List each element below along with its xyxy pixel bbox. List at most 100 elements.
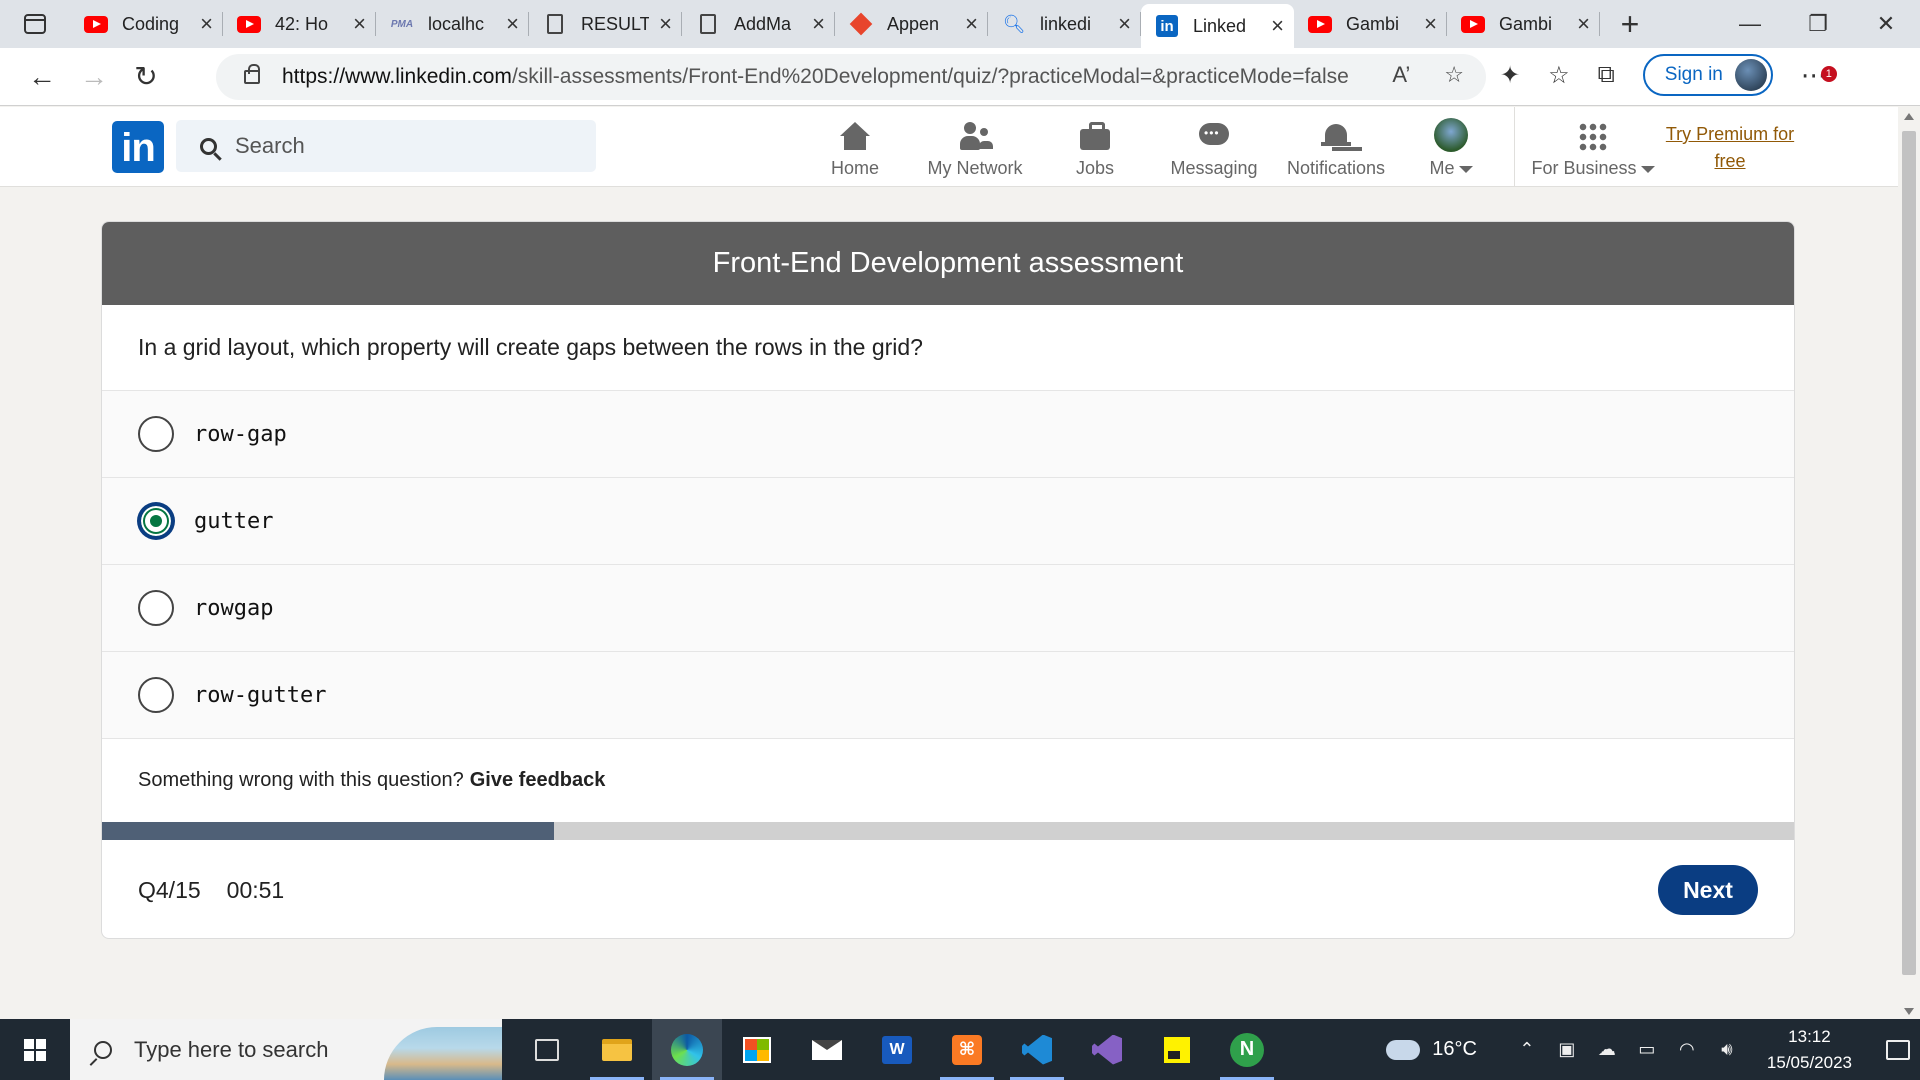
back-arrow-icon[interactable]: ← <box>16 61 68 93</box>
sticky-notes-button[interactable] <box>1142 1019 1212 1080</box>
option-label[interactable]: gutter <box>194 509 273 534</box>
browser-tab-active[interactable]: in Linked × <box>1141 4 1294 48</box>
close-tab-icon[interactable]: × <box>659 11 672 37</box>
xampp-button[interactable]: ⌘ <box>932 1019 1002 1080</box>
add-favorite-icon[interactable]: ☆ <box>1444 62 1464 88</box>
close-window-icon[interactable]: ✕ <box>1852 0 1920 48</box>
close-tab-icon[interactable]: × <box>200 11 213 37</box>
nav-my-network[interactable]: My Network <box>916 115 1034 185</box>
wifi-icon[interactable]: ◠ <box>1667 1039 1707 1060</box>
edge-button[interactable] <box>652 1019 722 1080</box>
radio-button-checked[interactable] <box>138 503 174 539</box>
word-button[interactable]: W <box>862 1019 932 1080</box>
youtube-icon <box>1308 15 1332 33</box>
show-hidden-icons-icon[interactable]: ⌃ <box>1507 1039 1547 1060</box>
nav-jobs[interactable]: Jobs <box>1056 115 1134 185</box>
store-button[interactable] <box>722 1019 792 1080</box>
sign-in-button[interactable]: Sign in <box>1642 54 1773 96</box>
radio-button[interactable] <box>138 677 174 713</box>
tab-actions-button[interactable] <box>0 0 70 48</box>
answer-option[interactable]: rowgap <box>102 565 1794 652</box>
weather-widget[interactable]: 16°C <box>1386 1031 1477 1061</box>
browser-tab[interactable]: Gambi × <box>1447 0 1600 48</box>
collections-icon[interactable]: ⧉ <box>1598 61 1615 89</box>
nav-for-business[interactable]: For Business <box>1528 115 1658 185</box>
close-tab-icon[interactable]: × <box>506 11 519 37</box>
browser-tab[interactable]: 42: Ho × <box>223 0 376 48</box>
taskbar-search-input[interactable]: Type here to search <box>70 1019 502 1080</box>
favorites-icon[interactable]: ☆ <box>1548 61 1570 90</box>
document-icon <box>696 14 720 34</box>
refresh-icon[interactable]: ↻ <box>120 60 172 93</box>
visual-studio-button[interactable] <box>1072 1019 1142 1080</box>
close-tab-icon[interactable]: × <box>1577 11 1590 37</box>
tab-title: Coding <box>122 13 180 34</box>
close-tab-icon[interactable]: × <box>1118 11 1131 37</box>
nav-label: Notifications <box>1286 158 1386 178</box>
browser-tab[interactable]: Appen × <box>835 0 988 48</box>
close-tab-icon[interactable]: × <box>1424 11 1437 37</box>
forward-arrow-icon[interactable]: → <box>68 61 120 93</box>
nav-notifications[interactable]: Notifications <box>1280 115 1392 185</box>
taskbar-search-placeholder: Type here to search <box>134 1036 329 1062</box>
file-explorer-button[interactable] <box>582 1019 652 1080</box>
lock-icon[interactable] <box>244 64 260 84</box>
tab-title: Linked <box>1193 15 1247 36</box>
volume-icon[interactable]: 🔊︎ <box>1707 1039 1747 1060</box>
read-aloud-icon[interactable]: A’ <box>1392 62 1410 88</box>
try-premium-link[interactable]: Try Premium for free <box>1660 121 1800 175</box>
browser-tab[interactable]: 🔍︎ linkedi × <box>988 0 1141 48</box>
vscode-button[interactable] <box>1002 1019 1072 1080</box>
task-view-button[interactable] <box>512 1019 582 1080</box>
close-tab-icon[interactable]: × <box>965 11 978 37</box>
meet-now-icon[interactable]: ▣ <box>1547 1039 1587 1060</box>
option-label[interactable]: rowgap <box>194 596 273 621</box>
page-scrollbar[interactable] <box>1898 107 1920 1019</box>
search-input[interactable]: Search <box>176 120 596 172</box>
tab-title: AddMa <box>734 13 792 34</box>
mail-button[interactable] <box>792 1019 862 1080</box>
extensions-icon[interactable]: ✦ <box>1500 61 1520 90</box>
visual-studio-icon <box>1092 1034 1122 1065</box>
browser-tab[interactable]: PMA localhc × <box>376 0 529 48</box>
close-tab-icon[interactable]: × <box>812 11 825 37</box>
close-tab-icon[interactable]: × <box>1271 13 1284 39</box>
browser-tab[interactable]: RESULT × <box>529 0 682 48</box>
option-label[interactable]: row-gap <box>194 422 287 447</box>
answer-option[interactable]: row-gap <box>102 391 1794 478</box>
close-tab-icon[interactable]: × <box>353 11 366 37</box>
minimize-icon[interactable]: — <box>1716 0 1784 48</box>
browser-tab[interactable]: Gambi × <box>1294 0 1447 48</box>
linkedin-logo[interactable]: in <box>112 121 164 173</box>
radio-button[interactable] <box>138 416 174 452</box>
restore-icon[interactable]: ❐ <box>1784 0 1852 48</box>
action-center-button[interactable] <box>1876 1039 1920 1060</box>
youtube-icon <box>237 15 261 33</box>
nav-me[interactable]: Me <box>1410 115 1492 185</box>
premium-line1: Try Premium for <box>1665 124 1795 144</box>
onedrive-icon[interactable]: ☁ <box>1587 1039 1627 1060</box>
scroll-up-icon[interactable] <box>1904 113 1914 120</box>
address-bar[interactable]: https://www.linkedin.com/skill-assessmen… <box>216 54 1486 100</box>
tab-title: Appen <box>887 13 940 34</box>
start-button[interactable] <box>0 1019 70 1080</box>
scroll-thumb[interactable] <box>1902 131 1916 975</box>
more-menu-icon[interactable]: ⋯ 1 <box>1801 60 1837 91</box>
radio-button[interactable] <box>138 590 174 626</box>
answer-option[interactable]: row-gutter <box>102 652 1794 739</box>
node-button[interactable]: N <box>1212 1019 1282 1080</box>
nav-label: Home <box>830 158 879 178</box>
scroll-down-icon[interactable] <box>1904 1008 1914 1015</box>
browser-tab[interactable]: Coding × <box>70 0 223 48</box>
give-feedback-link[interactable]: Give feedback <box>470 769 606 792</box>
nav-home[interactable]: Home <box>812 115 898 185</box>
option-label[interactable]: row-gutter <box>194 683 326 708</box>
new-tab-button[interactable]: + <box>1600 0 1660 48</box>
nav-messaging[interactable]: Messaging <box>1164 115 1264 185</box>
clock[interactable]: 13:12 15/05/2023 <box>1767 1024 1852 1076</box>
answer-option-selected[interactable]: gutter <box>102 478 1794 565</box>
battery-icon[interactable]: ▭ <box>1627 1039 1667 1060</box>
progress-bar <box>102 822 1794 840</box>
next-button[interactable]: Next <box>1658 865 1758 915</box>
browser-tab[interactable]: AddMa × <box>682 0 835 48</box>
